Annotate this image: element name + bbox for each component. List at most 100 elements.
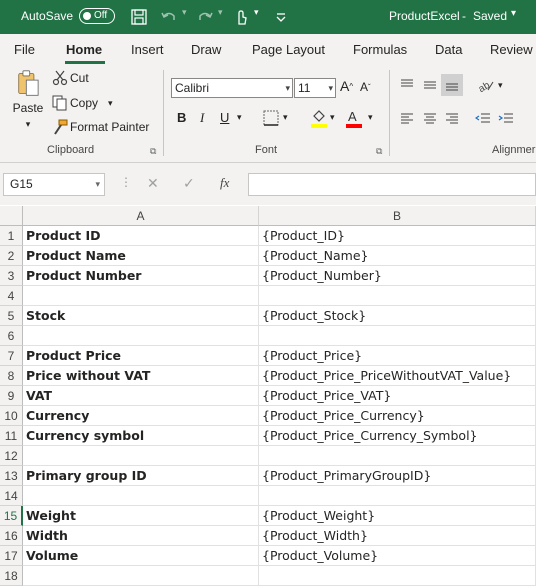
row-header[interactable]: 17 (0, 546, 23, 566)
cell-a[interactable]: Weight (23, 506, 259, 526)
cell-b[interactable]: {Product_Weight} (259, 506, 536, 526)
font-launcher-icon[interactable]: ⧉ (376, 146, 382, 157)
cell-b[interactable] (259, 486, 536, 506)
tab-file[interactable]: File (14, 42, 35, 57)
column-header-a[interactable]: A (23, 206, 259, 226)
top-align-icon[interactable] (400, 78, 414, 92)
cell-a[interactable]: Price without VAT (23, 366, 259, 386)
cell-b[interactable]: {Product_Stock} (259, 306, 536, 326)
increase-font-size-icon[interactable]: A ^ (340, 78, 353, 94)
cell-a[interactable]: Volume (23, 546, 259, 566)
cell-a[interactable]: Product Number (23, 266, 259, 286)
bold-button[interactable]: B (177, 110, 186, 125)
row-header[interactable]: 18 (0, 566, 23, 586)
bottom-align-button[interactable] (441, 74, 463, 96)
row-header[interactable]: 11 (0, 426, 23, 446)
borders-dropdown-icon[interactable]: ▾ (283, 112, 288, 123)
row-header[interactable]: 6 (0, 326, 23, 346)
cell-b[interactable] (259, 326, 536, 346)
tab-data[interactable]: Data (435, 42, 462, 57)
cell-a[interactable] (23, 326, 259, 346)
save-status-dropdown-icon[interactable]: ▾ (511, 8, 516, 19)
row-header[interactable]: 1 (0, 226, 23, 246)
align-left-icon[interactable] (400, 112, 414, 126)
column-header-b[interactable]: B (259, 206, 536, 226)
redo-icon[interactable] (196, 8, 214, 26)
cell-b[interactable] (259, 566, 536, 586)
align-right-icon[interactable] (445, 112, 459, 126)
tab-draw[interactable]: Draw (191, 42, 221, 57)
row-header[interactable]: 7 (0, 346, 23, 366)
font-name-combo[interactable]: Calibri ▾ (171, 78, 293, 98)
cell-a[interactable]: Currency symbol (23, 426, 259, 446)
font-size-combo[interactable]: 11 ▾ (294, 78, 336, 98)
cell-a[interactable] (23, 446, 259, 466)
increase-indent-icon[interactable] (498, 112, 514, 126)
select-all-corner[interactable] (0, 206, 23, 226)
underline-button[interactable]: U (220, 110, 229, 125)
align-center-icon[interactable] (423, 112, 437, 126)
font-color-dropdown-icon[interactable]: ▾ (368, 112, 373, 123)
cancel-icon[interactable]: ✕ (147, 175, 159, 192)
cell-a[interactable] (23, 286, 259, 306)
tab-review[interactable]: Review (490, 42, 533, 57)
cell-b[interactable] (259, 286, 536, 306)
touch-dropdown-icon[interactable]: ▾ (254, 7, 259, 18)
cell-b[interactable]: {Product_Price_PriceWithoutVAT_Value} (259, 366, 536, 386)
row-header[interactable]: 9 (0, 386, 23, 406)
cell-a[interactable]: Primary group ID (23, 466, 259, 486)
cell-a[interactable]: VAT (23, 386, 259, 406)
paste-button[interactable]: Paste ▾ (8, 70, 48, 130)
underline-dropdown-icon[interactable]: ▾ (237, 112, 242, 123)
fill-color-dropdown-icon[interactable]: ▾ (330, 112, 335, 123)
cell-b[interactable] (259, 446, 536, 466)
cell-b[interactable]: {Product_Price_Currency_Symbol} (259, 426, 536, 446)
cell-b[interactable]: {Product_Price_VAT} (259, 386, 536, 406)
name-box[interactable]: G15 ▾ (3, 173, 105, 196)
row-header[interactable]: 12 (0, 446, 23, 466)
customize-toolbar-icon[interactable] (272, 8, 290, 26)
tab-home[interactable]: Home (66, 42, 102, 57)
italic-button[interactable]: I (200, 110, 204, 126)
tab-page-layout[interactable]: Page Layout (252, 42, 325, 57)
cell-a[interactable]: Product Name (23, 246, 259, 266)
copy-button[interactable]: Copy ▾ (52, 95, 113, 111)
format-painter-button[interactable]: Format Painter (52, 119, 149, 135)
cell-b[interactable]: {Product_Volume} (259, 546, 536, 566)
redo-dropdown-icon[interactable]: ▾ (218, 7, 223, 18)
borders-icon[interactable] (263, 110, 279, 126)
row-header[interactable]: 2 (0, 246, 23, 266)
orientation-dropdown-icon[interactable]: ▾ (498, 80, 503, 91)
middle-align-icon[interactable] (423, 78, 437, 92)
undo-dropdown-icon[interactable]: ▾ (182, 7, 187, 18)
cell-b[interactable]: {Product_ID} (259, 226, 536, 246)
worksheet-grid[interactable]: A B 1 Product ID {Product_ID} 2 Product Name… (0, 206, 536, 587)
cell-b[interactable]: {Product_PrimaryGroupID} (259, 466, 536, 486)
cell-a[interactable]: Currency (23, 406, 259, 426)
formula-input[interactable] (248, 173, 536, 196)
row-header[interactable]: 15 (0, 506, 23, 526)
cell-b[interactable]: {Product_Name} (259, 246, 536, 266)
cell-b[interactable]: {Product_Width} (259, 526, 536, 546)
tab-formulas[interactable]: Formulas (353, 42, 407, 57)
row-header[interactable]: 3 (0, 266, 23, 286)
orientation-icon[interactable]: ab (478, 78, 494, 92)
row-header[interactable]: 5 (0, 306, 23, 326)
row-header[interactable]: 16 (0, 526, 23, 546)
fill-color-icon[interactable] (310, 108, 328, 128)
row-header[interactable]: 13 (0, 466, 23, 486)
row-header[interactable]: 4 (0, 286, 23, 306)
cell-a[interactable]: Product Price (23, 346, 259, 366)
cell-b[interactable]: {Product_Price_Currency} (259, 406, 536, 426)
undo-icon[interactable] (160, 8, 178, 26)
cell-a[interactable]: Product ID (23, 226, 259, 246)
cell-a[interactable] (23, 486, 259, 506)
cell-a[interactable]: Stock (23, 306, 259, 326)
cell-b[interactable]: {Product_Price} (259, 346, 536, 366)
drag-handle-icon[interactable]: ⋮ (120, 175, 132, 189)
decrease-font-size-icon[interactable]: Aˇ (360, 80, 371, 94)
cell-a[interactable]: Width (23, 526, 259, 546)
font-color-icon[interactable]: A (345, 108, 363, 128)
enter-icon[interactable]: ✓ (183, 175, 195, 192)
cell-b[interactable]: {Product_Number} (259, 266, 536, 286)
